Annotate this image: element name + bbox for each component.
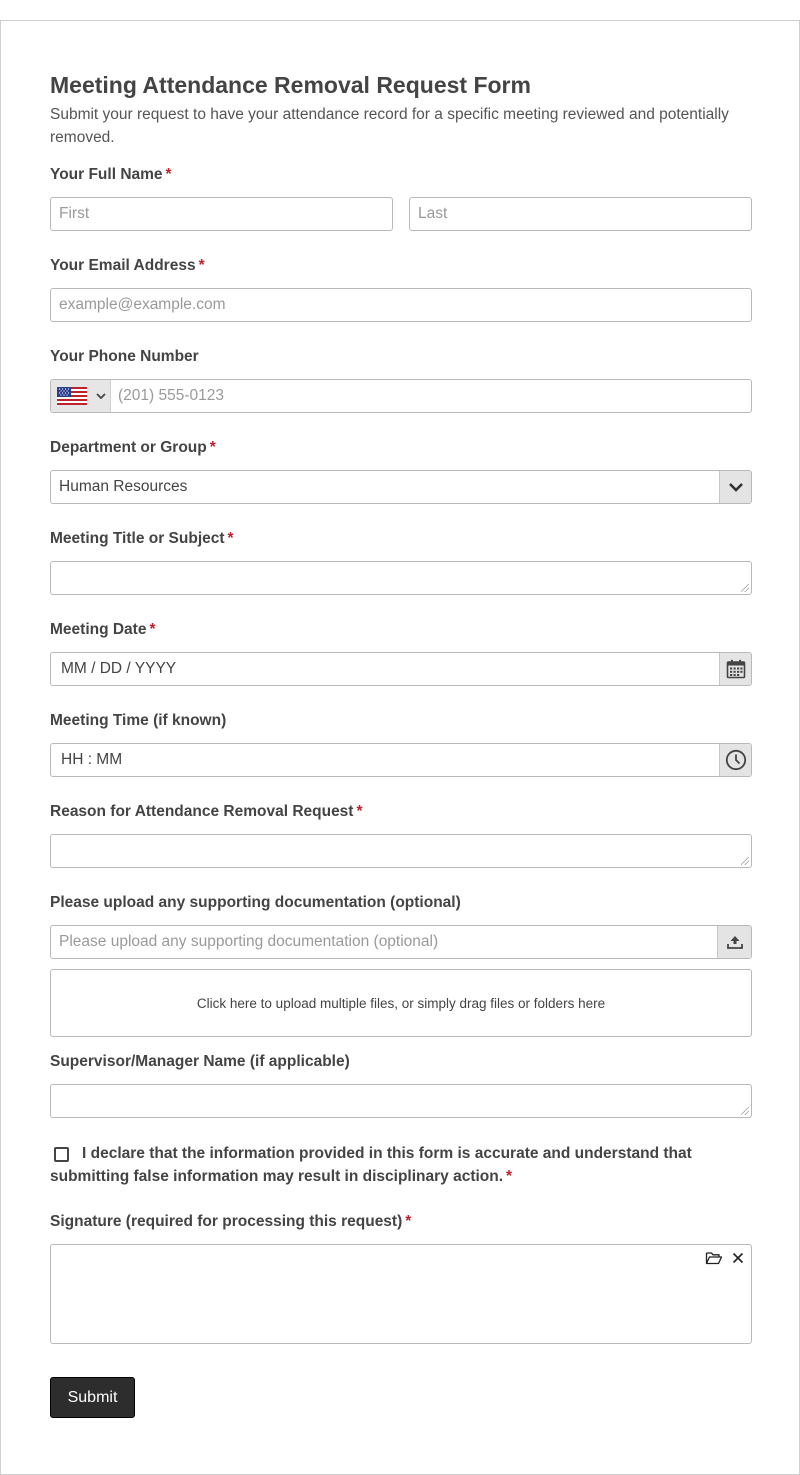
- meeting-title-label-text: Meeting Title or Subject: [50, 530, 225, 547]
- chevron-down-icon: [96, 393, 106, 400]
- reason-label: Reason for Attendance Removal Request *: [50, 803, 363, 821]
- first-name-input[interactable]: First: [50, 197, 393, 231]
- resize-handle[interactable]: [741, 1107, 749, 1115]
- declaration-text: I declare that the information provided …: [50, 1142, 740, 1188]
- last-name-placeholder: Last: [418, 205, 448, 222]
- resize-handle[interactable]: [741, 584, 749, 592]
- meeting-date-placeholder: MM / DD / YYYY: [61, 660, 177, 677]
- upload-input[interactable]: Please upload any supporting documentati…: [50, 925, 752, 959]
- meeting-date-label-text: Meeting Date: [50, 621, 147, 638]
- required-mark: *: [356, 803, 363, 820]
- last-name-input[interactable]: Last: [409, 197, 752, 231]
- phone-placeholder: (201) 555-0123: [118, 387, 224, 404]
- calendar-button[interactable]: [719, 653, 751, 685]
- required-mark: *: [198, 257, 205, 274]
- email-label: Your Email Address *: [50, 257, 205, 275]
- signature-label-text: Signature (required for processing this …: [50, 1213, 403, 1230]
- form-frame: Meeting Attendance Removal Request Form …: [0, 20, 800, 1475]
- form-subtitle: Submit your request to have your attenda…: [50, 106, 729, 146]
- department-label: Department or Group *: [50, 439, 216, 457]
- file-dropzone[interactable]: Click here to upload multiple files, or …: [50, 969, 752, 1037]
- clock-icon: [725, 749, 746, 771]
- phone-label: Your Phone Number: [50, 348, 199, 365]
- supervisor-textarea[interactable]: [50, 1084, 752, 1118]
- department-selected-value: Human Resources: [59, 478, 188, 495]
- required-mark: *: [209, 439, 216, 456]
- calendar-icon: [726, 659, 745, 679]
- email-input[interactable]: example@example.com: [50, 288, 752, 322]
- department-select[interactable]: Human Resources: [50, 470, 752, 504]
- chevron-down-icon: [729, 483, 743, 492]
- submit-button[interactable]: Submit: [50, 1377, 135, 1418]
- meeting-time-placeholder: HH : MM: [61, 751, 123, 768]
- required-mark: *: [506, 1168, 513, 1185]
- upload-button[interactable]: [717, 926, 751, 958]
- phone-input[interactable]: (201) 555-0123: [50, 379, 752, 413]
- department-label-text: Department or Group: [50, 439, 207, 456]
- form-title: Meeting Attendance Removal Request Form: [50, 72, 531, 98]
- dropzone-text: Click here to upload multiple files, or …: [196, 995, 606, 1011]
- meeting-date-label: Meeting Date *: [50, 621, 156, 639]
- first-name-placeholder: First: [59, 205, 90, 222]
- signature-pad[interactable]: [50, 1244, 752, 1344]
- reason-label-text: Reason for Attendance Removal Request: [50, 803, 354, 820]
- time-picker-button[interactable]: [719, 744, 751, 776]
- required-mark: *: [405, 1213, 412, 1230]
- supervisor-label: Supervisor/Manager Name (if applicable): [50, 1053, 350, 1070]
- email-placeholder: example@example.com: [59, 296, 226, 313]
- upload-label: Please upload any supporting documentati…: [50, 894, 461, 911]
- required-mark: *: [227, 530, 234, 547]
- department-dropdown-button[interactable]: [719, 471, 751, 503]
- close-icon[interactable]: [731, 1251, 745, 1265]
- full-name-label-text: Your Full Name: [50, 166, 163, 183]
- meeting-title-textarea[interactable]: [50, 561, 752, 595]
- meeting-title-label: Meeting Title or Subject *: [50, 530, 234, 548]
- reason-textarea[interactable]: [50, 834, 752, 868]
- meeting-time-label: Meeting Time (if known): [50, 712, 227, 729]
- required-mark: *: [149, 621, 156, 638]
- meeting-date-input[interactable]: MM / DD / YYYY: [50, 652, 752, 686]
- required-mark: *: [165, 166, 172, 183]
- meeting-time-input[interactable]: HH : MM: [50, 743, 752, 777]
- us-flag-icon: [57, 387, 87, 405]
- open-folder-icon[interactable]: [705, 1250, 723, 1266]
- upload-placeholder: Please upload any supporting documentati…: [59, 933, 439, 950]
- country-selector[interactable]: [51, 380, 111, 412]
- full-name-label: Your Full Name *: [50, 166, 172, 184]
- signature-label: Signature (required for processing this …: [50, 1213, 411, 1231]
- upload-icon: [726, 936, 743, 949]
- resize-handle[interactable]: [741, 857, 749, 865]
- email-label-text: Your Email Address: [50, 257, 196, 274]
- declaration-text-content: I declare that the information provided …: [50, 1145, 692, 1185]
